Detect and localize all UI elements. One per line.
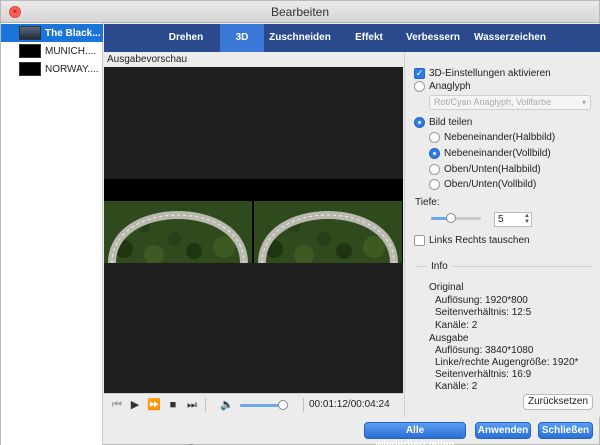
tab-zuschneiden[interactable]: Zuschneiden xyxy=(264,24,336,52)
volume-level xyxy=(240,404,283,407)
tab-wasserzeichen[interactable]: Wasserzeichen xyxy=(470,24,550,52)
enable-3d-label: 3D-Einstellungen aktivieren xyxy=(429,68,551,79)
divider xyxy=(205,398,206,412)
stepper-arrows-icon[interactable]: ▲ ▼ xyxy=(524,213,530,225)
preview-label: Ausgabevorschau xyxy=(107,54,188,65)
restore-all-button[interactable]: Alle wiederherstellen xyxy=(364,422,466,445)
fast-forward-icon[interactable]: ⏩ xyxy=(147,398,161,412)
reset-button[interactable]: Zurücksetzen xyxy=(523,394,593,410)
close-button[interactable]: Schließen xyxy=(538,422,593,439)
volume-handle[interactable] xyxy=(278,400,288,410)
checkbox-icon xyxy=(414,235,425,246)
split-option-label: Nebeneinander(Halbbild) xyxy=(444,132,556,143)
output-info: Linke/rechte Augengröße: 1920* xyxy=(435,357,579,368)
split-option-label: Oben/Unten(Vollbild) xyxy=(444,179,537,190)
video-preview xyxy=(104,67,403,445)
divider xyxy=(303,398,304,412)
window-title: Bearbeiten xyxy=(270,5,330,19)
anaglyph-label: Anaglyph xyxy=(429,81,471,92)
file-thumbnail xyxy=(19,62,41,76)
file-list: The Black... MUNICH.... NORWAY.... xyxy=(1,23,103,445)
info-title: Info xyxy=(427,261,452,272)
split-option-radio[interactable]: Oben/Unten(Vollbild) xyxy=(429,179,536,190)
stop-icon[interactable]: ■ xyxy=(166,398,180,412)
split-label: Bild teilen xyxy=(429,117,473,128)
radio-icon xyxy=(414,81,425,92)
original-heading: Original xyxy=(429,282,464,293)
original-info: Seitenverhältnis: 12:5 xyxy=(435,307,532,318)
tab-bar: Drehen 3D Zuschneiden Effekt Verbessern … xyxy=(104,24,600,52)
file-thumbnail xyxy=(19,26,41,40)
radio-icon xyxy=(429,164,440,175)
left-eye-image xyxy=(104,179,252,263)
anaglyph-select[interactable]: Rot/Cyan Anaglyph, Vollfarbe ▾ xyxy=(429,95,591,110)
output-heading: Ausgabe xyxy=(429,333,469,344)
output-info: Auflösung: 3840*1080 xyxy=(435,345,534,356)
original-info: Kanäle: 2 xyxy=(435,320,478,331)
split-option-label: Oben/Unten(Halbbild) xyxy=(444,164,541,175)
radio-icon xyxy=(429,148,440,159)
radio-icon xyxy=(414,117,425,128)
play-icon[interactable]: ▶ xyxy=(128,398,142,412)
video-frame xyxy=(104,179,403,263)
split-option-radio[interactable]: Nebeneinander(Vollbild) xyxy=(429,148,551,159)
split-radio[interactable]: Bild teilen xyxy=(414,117,472,128)
split-option-label: Nebeneinander(Vollbild) xyxy=(444,148,551,159)
skip-back-icon[interactable]: ⏮ xyxy=(110,398,124,412)
file-name: NORWAY.... xyxy=(45,63,99,75)
swap-checkbox[interactable]: Links Rechts tauschen xyxy=(414,235,530,246)
depth-slider-handle[interactable] xyxy=(446,213,456,223)
apply-button[interactable]: Anwenden xyxy=(475,422,531,439)
chevron-down-icon: ▾ xyxy=(581,98,586,107)
radio-icon xyxy=(429,132,440,143)
edit-window: × Bearbeiten The Black... MUNICH.... NOR… xyxy=(0,0,600,445)
settings-panel: ✓ 3D-Einstellungen aktivieren Anaglyph R… xyxy=(404,52,600,417)
file-item[interactable]: The Black... xyxy=(1,24,103,42)
output-info: Kanäle: 2 xyxy=(435,381,478,392)
close-window-button[interactable]: × xyxy=(9,6,21,18)
tab-verbessern[interactable]: Verbessern xyxy=(400,24,466,52)
skip-forward-icon[interactable]: ⏭ xyxy=(185,398,199,412)
swap-label: Links Rechts tauschen xyxy=(429,235,530,246)
depth-stepper[interactable]: 5 ▲ ▼ xyxy=(494,212,532,227)
file-item[interactable]: NORWAY.... xyxy=(1,60,103,78)
tab-drehen[interactable]: Drehen xyxy=(156,24,216,52)
title-bar: × Bearbeiten xyxy=(1,1,599,23)
original-info: Auflösung: 1920*800 xyxy=(435,295,528,306)
depth-value: 5 xyxy=(498,214,504,225)
file-item[interactable]: MUNICH.... xyxy=(1,42,103,60)
file-thumbnail xyxy=(19,44,41,58)
anaglyph-select-value: Rot/Cyan Anaglyph, Vollfarbe xyxy=(434,97,552,107)
enable-3d-checkbox[interactable]: ✓ 3D-Einstellungen aktivieren xyxy=(414,68,551,79)
output-info: Seitenverhältnis: 16:9 xyxy=(435,369,532,380)
tab-3d[interactable]: 3D xyxy=(220,24,264,52)
file-name: The Black... xyxy=(45,27,101,39)
split-option-radio[interactable]: Nebeneinander(Halbbild) xyxy=(429,132,555,143)
split-option-radio[interactable]: Oben/Unten(Halbbild) xyxy=(429,164,541,175)
right-eye-image xyxy=(254,179,402,263)
anaglyph-radio[interactable]: Anaglyph xyxy=(414,81,471,92)
playback-controls: ⏮ ▶ ⏩ ■ ⏭ 🔈 00:01:12/00:04:24 xyxy=(104,393,403,417)
time-readout: 00:01:12/00:04:24 xyxy=(309,399,390,410)
volume-icon[interactable]: 🔈 xyxy=(220,398,234,412)
depth-label: Tiefe: xyxy=(415,197,440,208)
file-name: MUNICH.... xyxy=(45,45,97,57)
tab-effekt[interactable]: Effekt xyxy=(344,24,394,52)
radio-icon xyxy=(429,179,440,190)
checkmark-icon: ✓ xyxy=(414,68,425,79)
